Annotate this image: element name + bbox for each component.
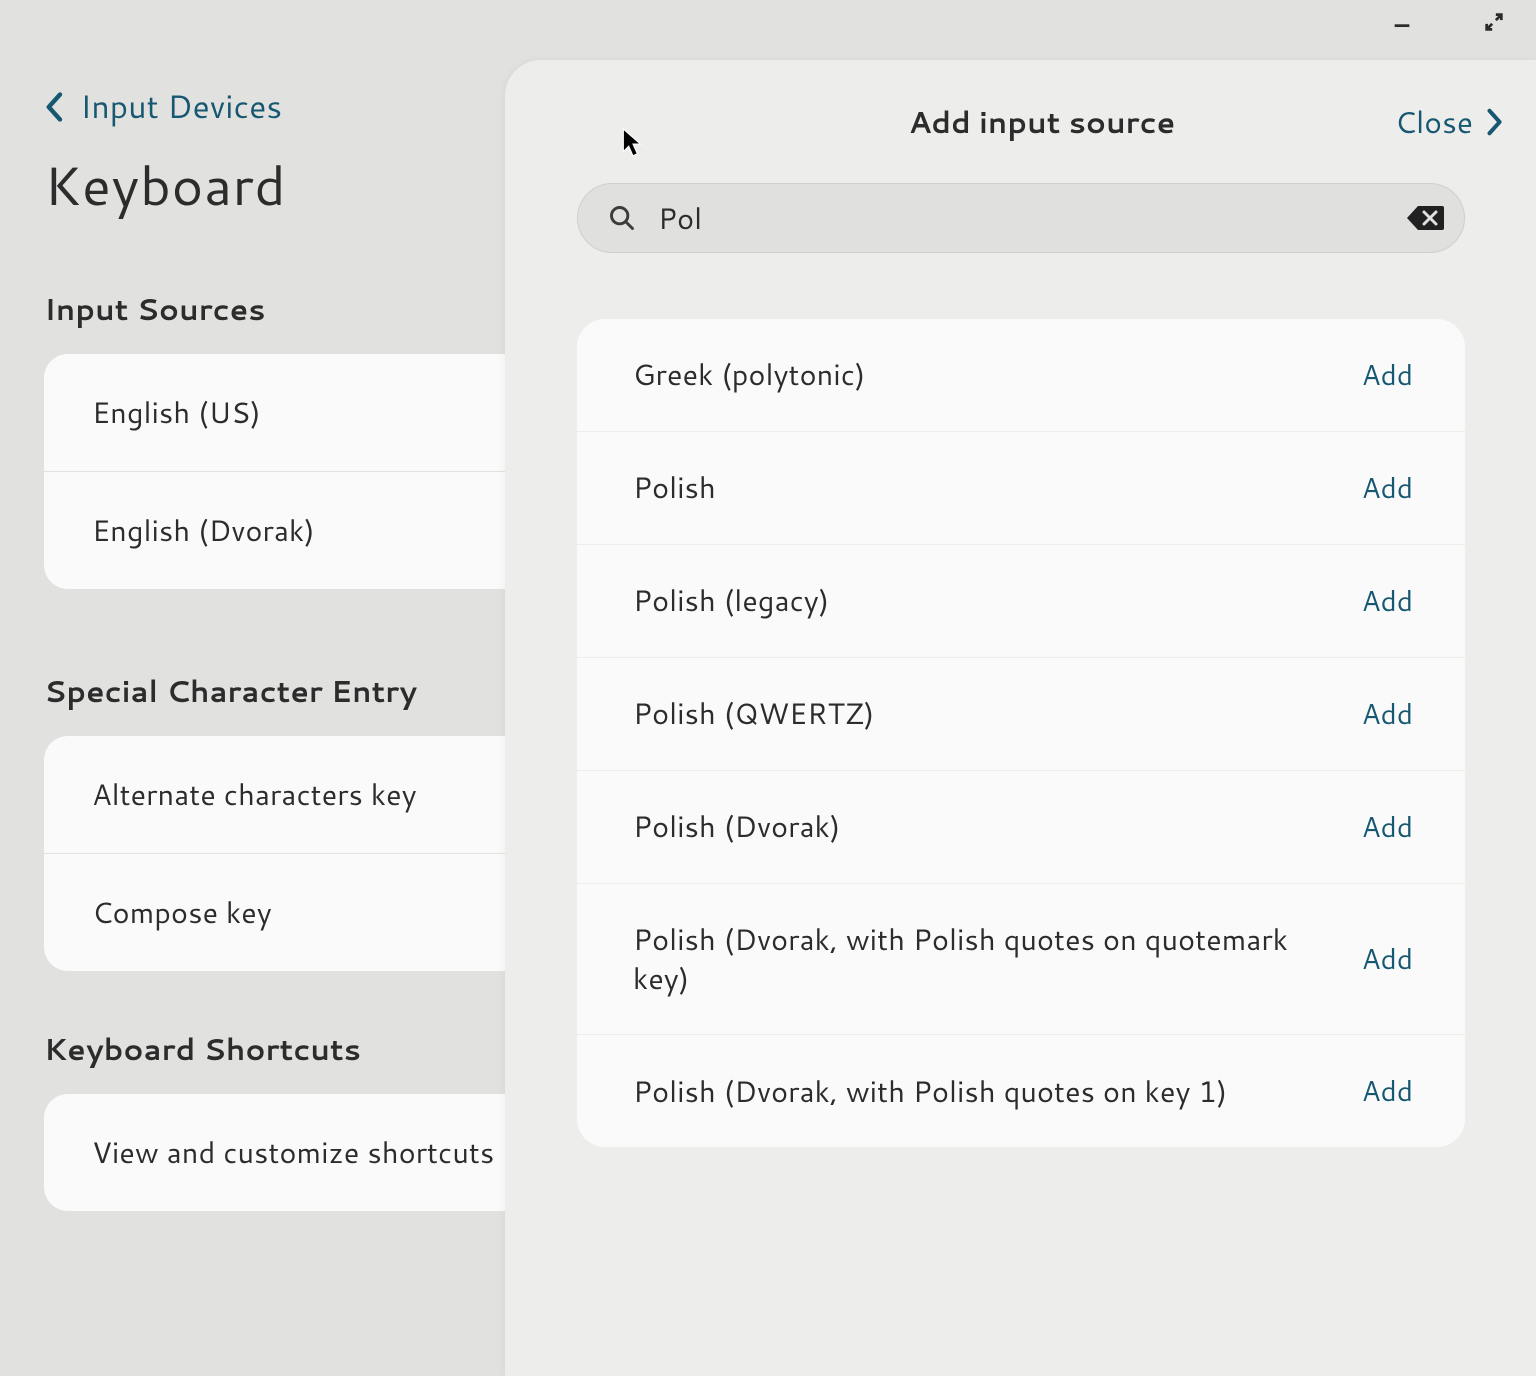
- backspace-icon: [1406, 204, 1444, 232]
- result-row: Polish (Dvorak) Add: [577, 771, 1465, 884]
- result-label: Polish: [633, 468, 716, 507]
- result-label: Greek (polytonic): [633, 355, 865, 394]
- result-row: Polish (Dvorak, with Polish quotes on ke…: [577, 1035, 1465, 1147]
- result-row: Polish (legacy) Add: [577, 545, 1465, 658]
- list-item-label: Compose key: [92, 892, 272, 933]
- search-results-list: Greek (polytonic)AddPolishAddPolish (leg…: [577, 319, 1465, 1147]
- search-icon: [608, 204, 636, 232]
- clear-search-button[interactable]: [1406, 204, 1444, 232]
- result-label: Polish (Dvorak, with Polish quotes on qu…: [633, 920, 1293, 998]
- add-button[interactable]: Add: [1362, 807, 1413, 847]
- search-field-container: [577, 183, 1465, 253]
- result-label: Polish (legacy): [633, 581, 829, 620]
- list-item-label: View and customize shortcuts: [92, 1132, 494, 1173]
- result-label: Polish (Dvorak, with Polish quotes on ke…: [633, 1072, 1227, 1111]
- list-item-label: English (Dvorak): [92, 510, 315, 551]
- back-label: Input Devices: [80, 84, 282, 129]
- chevron-left-icon: [44, 92, 66, 122]
- chevron-right-icon: [1485, 108, 1503, 136]
- list-item-label: Alternate characters key: [92, 774, 417, 815]
- result-row: Polish (Dvorak, with Polish quotes on qu…: [577, 884, 1465, 1035]
- close-label: Close: [1395, 100, 1473, 143]
- window-titlebar: [0, 0, 1536, 60]
- minimize-button[interactable]: [1380, 0, 1424, 44]
- search-input[interactable]: [636, 198, 1406, 239]
- result-label: Polish (Dvorak): [633, 807, 840, 846]
- result-label: Polish (QWERTZ): [633, 694, 874, 733]
- panel-header: Add input source Close: [505, 60, 1536, 183]
- add-button[interactable]: Add: [1362, 468, 1413, 508]
- panel-title: Add input source: [909, 100, 1176, 143]
- result-row: Greek (polytonic) Add: [577, 319, 1465, 432]
- add-button[interactable]: Add: [1362, 581, 1413, 621]
- add-button[interactable]: Add: [1362, 1071, 1413, 1111]
- list-item-label: English (US): [92, 392, 261, 433]
- add-button[interactable]: Add: [1362, 939, 1413, 979]
- add-button[interactable]: Add: [1362, 355, 1413, 395]
- add-input-source-panel: Add input source Close: [505, 60, 1536, 1376]
- close-button[interactable]: Close: [1395, 100, 1503, 143]
- result-row: Polish (QWERTZ) Add: [577, 658, 1465, 771]
- result-row: Polish Add: [577, 432, 1465, 545]
- add-button[interactable]: Add: [1362, 694, 1413, 734]
- maximize-button[interactable]: [1472, 0, 1516, 44]
